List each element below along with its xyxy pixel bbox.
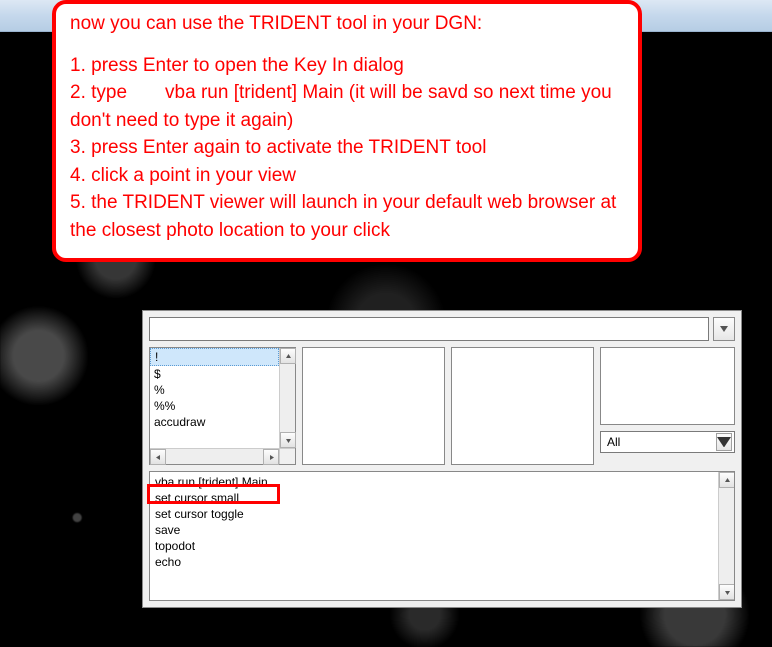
history-item[interactable]: set cursor toggle — [153, 506, 731, 522]
history-item[interactable]: vba run [trident] Main — [153, 474, 731, 490]
scroll-down-button[interactable] — [719, 584, 735, 600]
command-list-panel: ! $ % %% accudraw — [149, 347, 296, 465]
scroll-up-button[interactable] — [719, 472, 735, 488]
instruction-step: 1. press Enter to open the Key In dialog — [70, 52, 624, 80]
history-vscroll[interactable] — [718, 472, 734, 600]
scroll-track[interactable] — [719, 488, 734, 584]
instruction-step: 4. click a point in your view — [70, 162, 624, 190]
keyin-dialog: ! $ % %% accudraw All — [142, 310, 742, 608]
command-item[interactable]: % — [150, 382, 279, 398]
filter-select[interactable]: All — [600, 431, 735, 453]
instruction-callout: now you can use the TRIDENT tool in your… — [52, 0, 642, 262]
command-item[interactable]: %% — [150, 398, 279, 414]
subcommand-panel-2[interactable] — [451, 347, 594, 465]
instruction-step: 3. press Enter again to activate the TRI… — [70, 134, 624, 162]
filter-column: All — [600, 347, 735, 465]
history-item[interactable]: save — [153, 522, 731, 538]
subcommand-panel-1[interactable] — [302, 347, 445, 465]
chevron-down-icon — [717, 437, 731, 448]
command-list[interactable]: ! $ % %% accudraw — [150, 348, 279, 448]
subcommand-panel-3[interactable] — [600, 347, 735, 425]
command-item[interactable]: accudraw — [150, 414, 279, 430]
command-list-vscroll[interactable] — [279, 348, 295, 448]
filter-dropdown-button[interactable] — [716, 433, 732, 451]
instruction-intro: now you can use the TRIDENT tool in your… — [70, 10, 624, 38]
scroll-right-button[interactable] — [263, 449, 279, 465]
keyin-input[interactable] — [149, 317, 709, 341]
history-item[interactable]: echo — [153, 554, 731, 570]
command-item[interactable]: ! — [150, 348, 279, 366]
scroll-left-button[interactable] — [150, 449, 166, 465]
chevron-down-icon — [720, 326, 728, 332]
keyin-history-list[interactable]: vba run [trident] Main set cursor small … — [150, 472, 734, 572]
instruction-step: 5. the TRIDENT viewer will launch in you… — [70, 189, 624, 244]
keyin-browser-row: ! $ % %% accudraw All — [149, 347, 735, 465]
scroll-track[interactable] — [280, 364, 295, 432]
keyin-input-dropdown-button[interactable] — [713, 317, 735, 341]
scroll-track[interactable] — [166, 449, 263, 464]
history-item[interactable]: set cursor small — [153, 490, 731, 506]
filter-select-value: All — [607, 435, 620, 449]
scroll-corner — [279, 448, 295, 464]
keyin-input-row — [149, 317, 735, 341]
instruction-step: 2. type vba run [trident] Main (it will … — [70, 79, 624, 134]
scroll-down-button[interactable] — [280, 432, 296, 448]
command-item[interactable]: $ — [150, 366, 279, 382]
keyin-history-panel: vba run [trident] Main set cursor small … — [149, 471, 735, 601]
command-list-hscroll[interactable] — [150, 448, 279, 464]
scroll-up-button[interactable] — [280, 348, 296, 364]
history-item[interactable]: topodot — [153, 538, 731, 554]
